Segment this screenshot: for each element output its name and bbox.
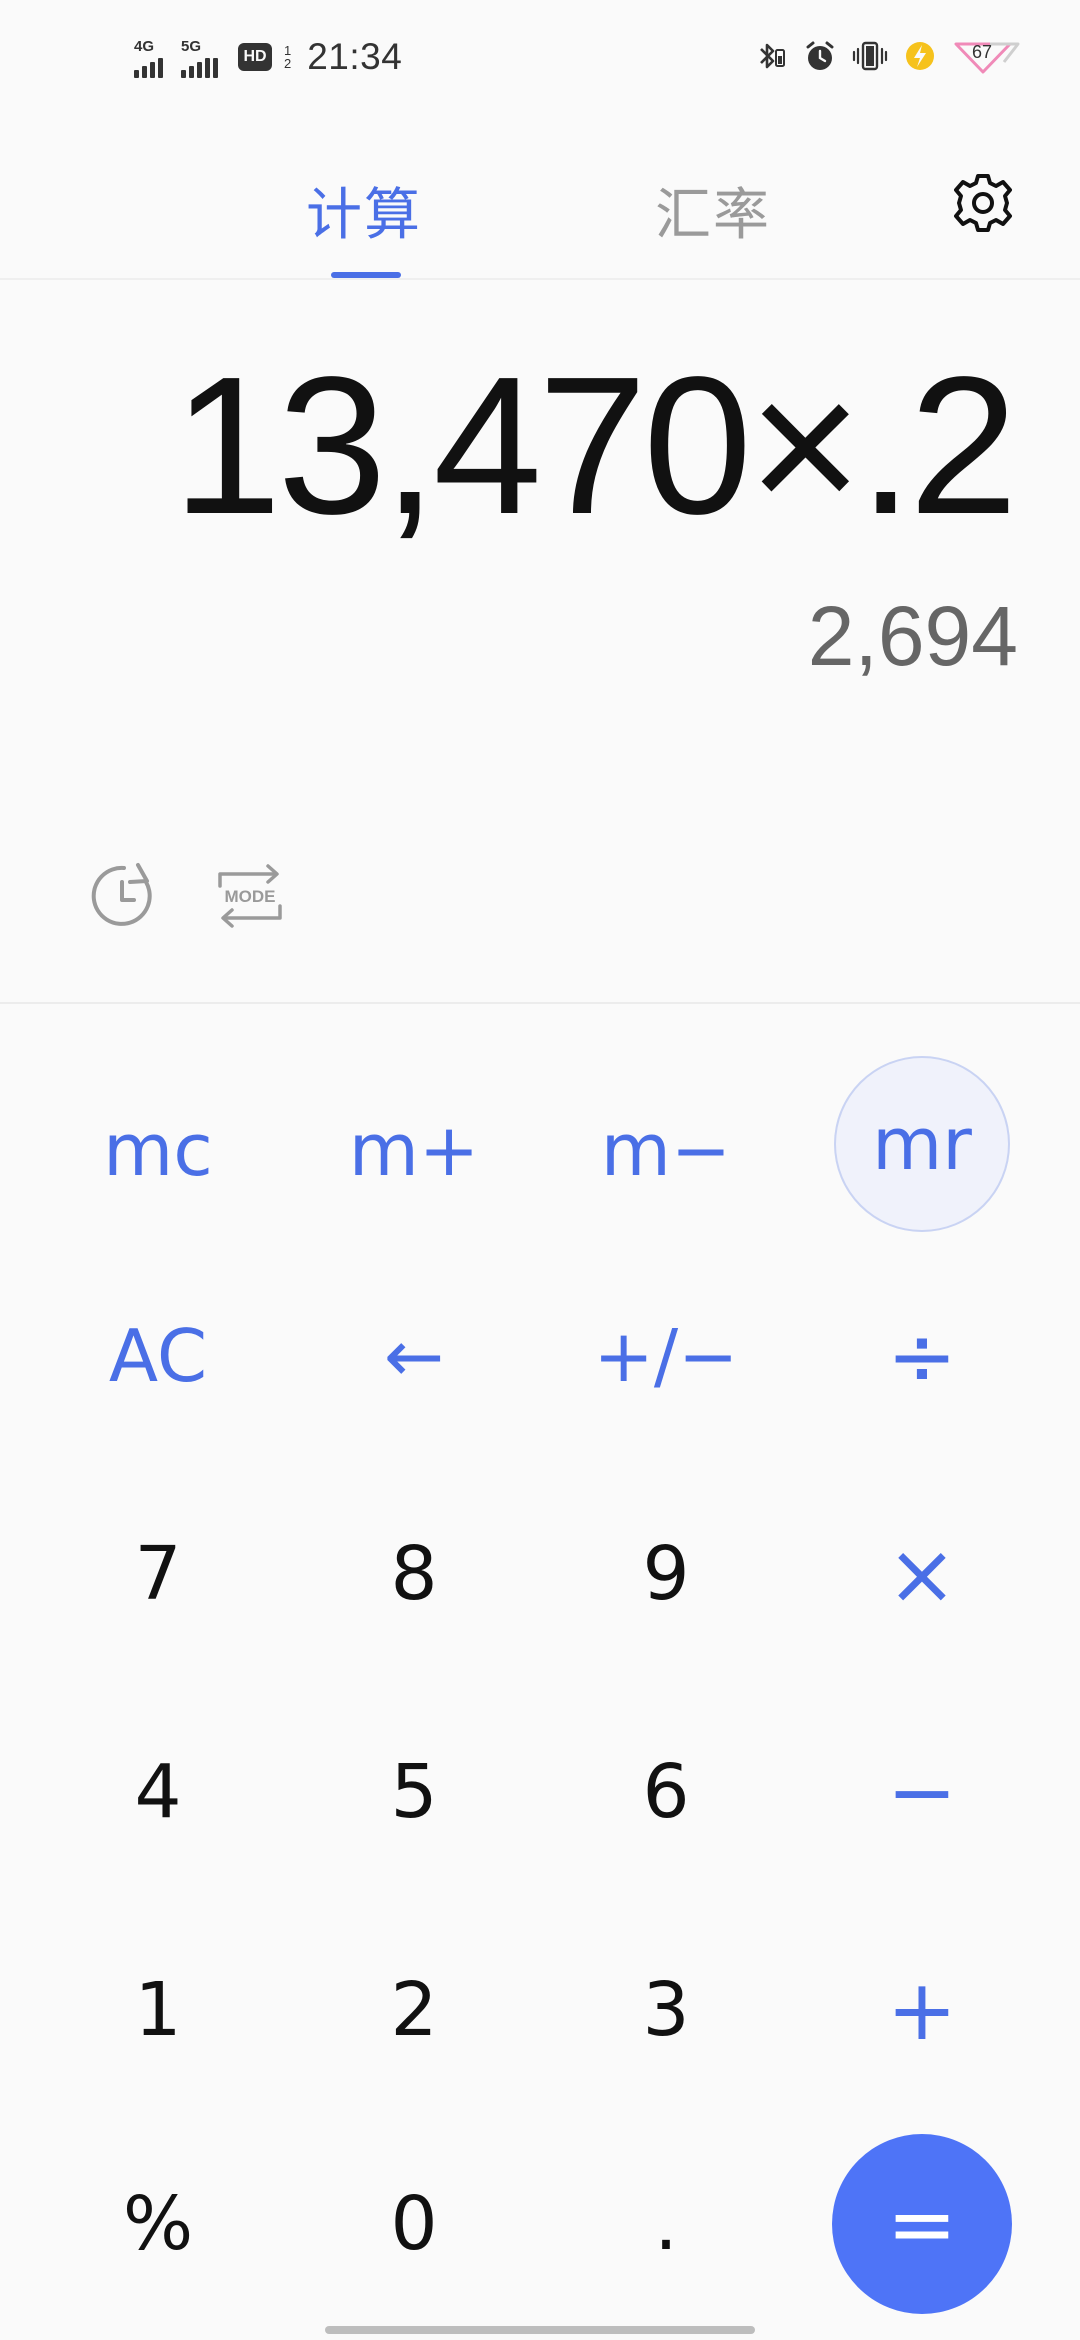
bluetooth-icon xyxy=(760,43,785,69)
keypad: mc m+ m− mr AC ← +/− ÷ 7 8 9 × 4 5 6 − 1… xyxy=(0,1004,1080,2340)
digit-5-button[interactable]: 5 xyxy=(324,1702,504,1882)
result-preview: 2,694 xyxy=(807,589,1018,683)
digit-9-button[interactable]: 9 xyxy=(576,1484,756,1664)
history-clock-icon[interactable] xyxy=(90,862,158,930)
mode-switch-button[interactable]: MODE xyxy=(214,860,286,932)
multiply-button[interactable]: × xyxy=(832,1484,1012,1664)
mode-label: MODE xyxy=(225,887,276,906)
sim1-network-type: 4G xyxy=(134,38,155,55)
status-time: 21:34 xyxy=(307,36,403,77)
digit-3-button[interactable]: 3 xyxy=(576,1920,756,2100)
digit-6-button[interactable]: 6 xyxy=(576,1702,756,1882)
gear-icon[interactable] xyxy=(950,170,1016,236)
charging-icon xyxy=(906,42,934,70)
home-indicator[interactable] xyxy=(325,2326,755,2334)
mode-switch-icon: MODE xyxy=(218,864,282,928)
expression-display: 13,470×.2 xyxy=(172,336,1018,555)
equals-button[interactable]: = xyxy=(832,2134,1012,2314)
status-bar-right: 67 xyxy=(752,38,1022,74)
memory-clear-button[interactable]: mc xyxy=(68,1060,248,1240)
battery-level: 67 xyxy=(971,42,993,62)
battery-indicator: 67 xyxy=(952,38,1022,74)
memory-add-button[interactable]: m+ xyxy=(324,1060,504,1240)
status-bar: 4G 5G HD 1 2 21:34 67 xyxy=(0,0,1080,120)
digit-8-button[interactable]: 8 xyxy=(324,1484,504,1664)
tab-exchange-rate[interactable]: 汇率 xyxy=(655,170,771,251)
vibrate-icon xyxy=(852,41,888,71)
hd-sim-indicator: 1 2 xyxy=(284,44,291,70)
toggle-sign-button[interactable]: +/− xyxy=(576,1266,756,1446)
memory-subtract-button[interactable]: m− xyxy=(576,1060,756,1240)
digit-7-button[interactable]: 7 xyxy=(68,1484,248,1664)
memory-recall-button[interactable]: mr xyxy=(834,1056,1010,1232)
sim1-signal: 4G xyxy=(134,36,163,78)
hd-voice-icon: HD xyxy=(238,43,272,71)
divide-button[interactable]: ÷ xyxy=(832,1266,1012,1446)
digit-1-button[interactable]: 1 xyxy=(68,1920,248,2100)
tab-calculator[interactable]: 计算 xyxy=(306,170,422,251)
sim2-signal: 5G xyxy=(181,36,218,78)
percent-button[interactable]: % xyxy=(68,2134,248,2314)
decimal-point-button[interactable]: . xyxy=(576,2134,756,2314)
all-clear-button[interactable]: AC xyxy=(68,1266,248,1446)
alarm-icon xyxy=(806,41,834,70)
status-bar-left: 4G 5G HD 1 2 21:34 xyxy=(134,36,402,78)
backspace-button[interactable]: ← xyxy=(324,1266,504,1446)
header-divider xyxy=(0,278,1080,280)
add-button[interactable]: + xyxy=(832,1920,1012,2100)
sim2-network-type: 5G xyxy=(181,38,202,55)
digit-4-button[interactable]: 4 xyxy=(68,1702,248,1882)
hd-sub-bottom: 2 xyxy=(284,56,292,71)
digit-2-button[interactable]: 2 xyxy=(324,1920,504,2100)
subtract-button[interactable]: − xyxy=(832,1702,1012,1882)
mode-tabs: 计算 汇率 xyxy=(0,150,1080,280)
digit-0-button[interactable]: 0 xyxy=(324,2134,504,2314)
